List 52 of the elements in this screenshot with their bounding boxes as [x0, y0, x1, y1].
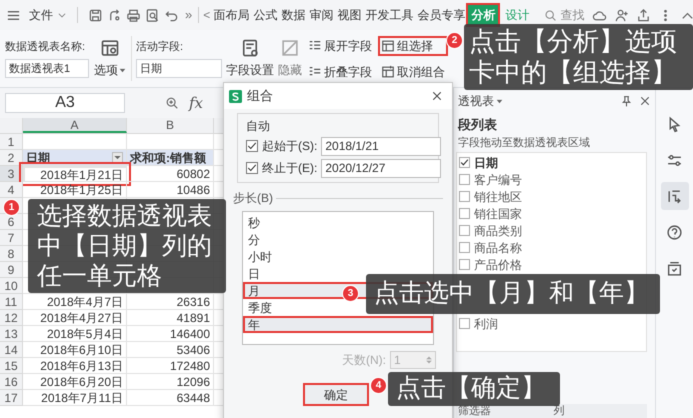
group-legend: 自动 — [246, 117, 430, 135]
table-cell: 2018年6月13日 — [23, 358, 127, 374]
step-hint-tooltip: 点击选中【月】和【年】 — [366, 274, 660, 314]
area-label: 列 — [552, 404, 566, 418]
area-label: 筛选器 — [457, 404, 492, 418]
row-number: 12 — [0, 310, 23, 326]
row-number: 17 — [0, 390, 23, 406]
row-number: 15 — [0, 358, 23, 374]
table-cell: 41891 — [127, 310, 214, 326]
step-hint-tooltip: 选择数据透视表中【日期】列的任一单元格 — [28, 199, 226, 293]
row-number: 3 — [0, 166, 23, 182]
table-cell: 2018年5月4日 — [23, 326, 127, 342]
hint-text: 字段拖动至数据透视表区域 — [457, 136, 591, 150]
row-number: 7 — [0, 230, 23, 246]
table-cell: 2018年4月7日 — [23, 294, 127, 310]
step-hint-tooltip: 点击【确定】 — [388, 372, 560, 406]
row-number: 13 — [0, 326, 23, 342]
section-title: 段列表 — [456, 116, 498, 134]
table-cell: 求和项:销售额 — [127, 150, 214, 166]
cell-reference: A3 — [55, 93, 75, 113]
row-number: 6 — [0, 214, 23, 230]
dialog-title: 组合 — [247, 87, 273, 106]
table-cell: 10486 — [127, 182, 214, 198]
table-cell: 2018年1月25日 — [23, 182, 127, 198]
field-label: 数据透视表名称: — [5, 40, 86, 56]
row-number: 2 — [0, 150, 23, 166]
step-hint-tooltip: 点击【分析】选项卡中的【组选择】 — [464, 24, 693, 90]
field-label: 天数(N): — [342, 352, 386, 369]
row-number: 1 — [0, 134, 23, 150]
table-cell: 2018年6月10日 — [23, 342, 127, 358]
table-cell: 26316 — [127, 294, 214, 310]
spin-value: 1 — [394, 352, 401, 369]
row-number: 9 — [0, 262, 23, 278]
table-cell: 63448 — [127, 390, 214, 406]
table-cell: 172480 — [127, 358, 214, 374]
row-number: 11 — [0, 294, 23, 310]
row-number: 10 — [0, 278, 23, 294]
row-number: 4 — [0, 182, 23, 198]
row-number: 14 — [0, 342, 23, 358]
table-cell: 2018年7月11日 — [23, 390, 127, 406]
field-label: 活动字段: — [136, 40, 184, 56]
field-label: 起始于(S): — [262, 138, 318, 155]
table-cell: 12096 — [127, 374, 214, 390]
table-cell: 2018年4月27日 — [23, 310, 127, 326]
row-number: 16 — [0, 374, 23, 390]
table-cell: 2018年6月20日 — [23, 374, 127, 390]
field-label: 终止于(E): — [262, 160, 318, 177]
section-label: 步长(B) — [233, 190, 273, 207]
row-number: 8 — [0, 246, 23, 262]
table-cell: 146400 — [127, 326, 214, 342]
table-cell: 60802 — [127, 166, 214, 182]
table-cell: 53406 — [127, 342, 214, 358]
